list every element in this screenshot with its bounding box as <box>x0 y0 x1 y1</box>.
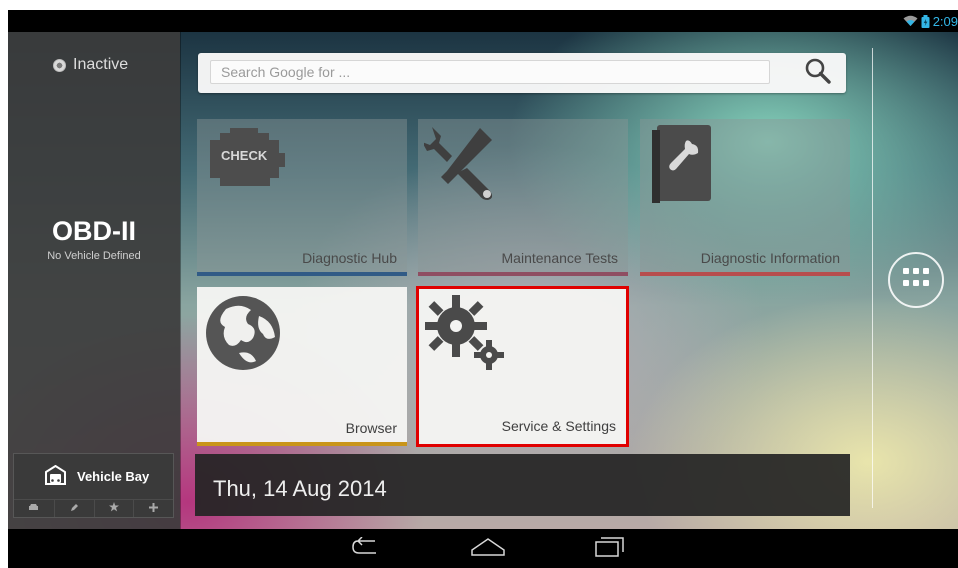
search-icon <box>804 57 831 89</box>
recent-apps-button[interactable] <box>591 536 627 562</box>
launcher-divider <box>872 48 873 508</box>
search-button[interactable] <box>802 57 832 89</box>
favorite-vehicle-button[interactable] <box>93 500 134 517</box>
tile-label: Maintenance Tests <box>501 250 618 266</box>
home-icon <box>471 537 505 561</box>
app-drawer-icon <box>901 265 931 296</box>
vehicle-bay-title[interactable]: Vehicle Bay <box>45 464 150 488</box>
vehicle-sidebar: Inactive OBD-II No Vehicle Defined Vehic… <box>8 32 180 529</box>
tile-accent <box>197 442 407 446</box>
system-status-bar: 2:09 <box>8 10 958 32</box>
tile-label: Service & Settings <box>501 418 616 434</box>
system-navigation-bar <box>8 529 958 568</box>
garage-icon <box>45 464 66 488</box>
current-date: Thu, 14 Aug 2014 <box>213 476 387 501</box>
service-settings-tile[interactable]: Service & Settings <box>416 286 629 447</box>
recent-apps-icon <box>594 536 624 562</box>
connection-status: Inactive <box>53 56 128 74</box>
add-icon <box>149 502 159 515</box>
vehicle-icon <box>28 503 39 514</box>
settings-icon <box>425 295 507 378</box>
vehicle-bay-label: Vehicle Bay <box>77 469 150 484</box>
clock: 2:09 <box>932 13 958 29</box>
tile-accent <box>418 272 628 276</box>
tile-label: Browser <box>345 420 397 436</box>
edit-vehicle-button[interactable] <box>53 500 94 517</box>
browser-tile[interactable]: Browser <box>197 287 407 446</box>
connection-status-label: Inactive <box>73 56 129 73</box>
tile-label: Diagnostic Hub <box>302 250 397 266</box>
status-icons: 2:09 <box>903 10 958 32</box>
wifi-icon <box>903 15 918 27</box>
vehicle-status: No Vehicle Defined <box>47 250 141 262</box>
battery-icon <box>921 14 930 28</box>
tools-icon <box>422 125 499 205</box>
diagnostic-hub-tile[interactable]: CHECK Diagnostic Hub <box>197 119 407 276</box>
date-bar: Thu, 14 Aug 2014 <box>195 454 850 516</box>
maintenance-tests-tile[interactable]: Maintenance Tests <box>418 119 628 276</box>
vehicle-bay-panel[interactable]: Vehicle Bay <box>13 453 174 518</box>
manual-icon <box>652 125 714 208</box>
svg-text:CHECK: CHECK <box>221 148 268 163</box>
vehicle-button[interactable] <box>14 500 54 517</box>
app-drawer-button[interactable] <box>888 252 944 308</box>
check-engine-icon: CHECK <box>203 125 285 192</box>
vehicle-protocol: OBD-II <box>52 216 136 246</box>
tile-accent <box>640 272 850 276</box>
add-vehicle-button[interactable] <box>133 500 173 517</box>
launcher-screen: Inactive OBD-II No Vehicle Defined Vehic… <box>8 32 958 529</box>
tile-accent <box>197 272 407 276</box>
diagnostic-information-tile[interactable]: Diagnostic Information <box>640 119 850 276</box>
favorite-icon <box>108 502 119 515</box>
vehicle-bay-actions <box>14 499 173 517</box>
tile-label: Diagnostic Information <box>700 250 840 266</box>
back-button[interactable] <box>348 535 384 562</box>
edit-icon <box>70 503 79 515</box>
home-button[interactable] <box>470 536 506 562</box>
google-search-bar <box>198 53 846 93</box>
back-icon <box>351 535 381 562</box>
globe-icon <box>205 295 281 376</box>
inactive-status-icon <box>53 58 66 72</box>
search-input[interactable] <box>210 60 770 84</box>
